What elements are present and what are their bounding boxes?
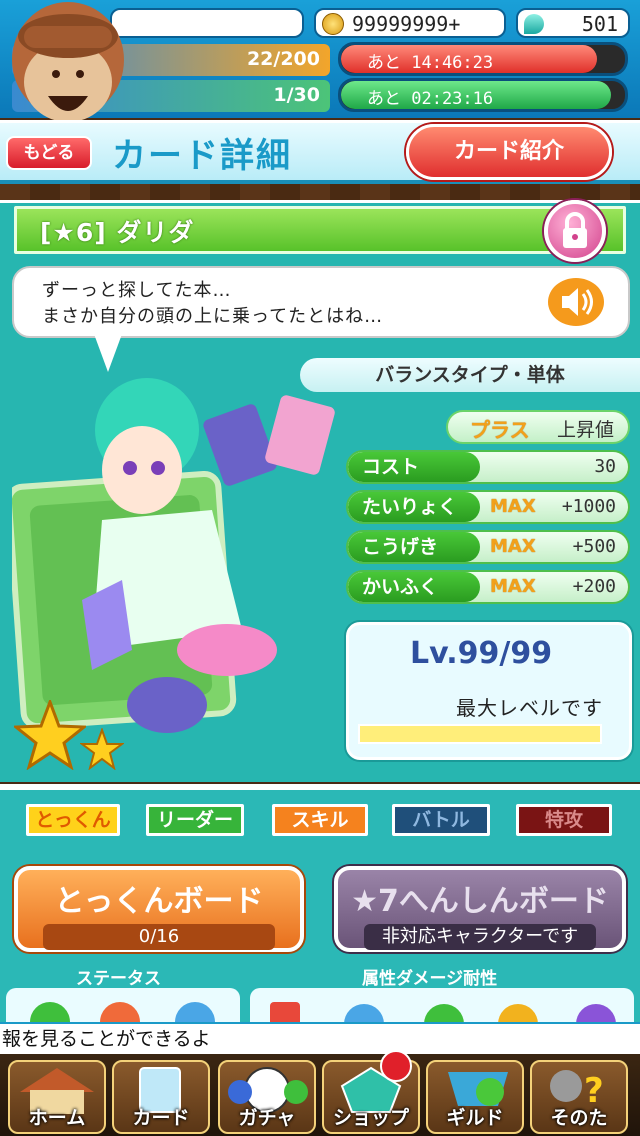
nav-shop[interactable]: ショップ xyxy=(322,1050,420,1134)
tab-label: リーダー xyxy=(156,809,233,831)
level-text: Lv.99/99 xyxy=(410,636,553,671)
stamina-1-value: 22/200 xyxy=(246,48,320,70)
stat-max: MAX xyxy=(490,496,536,517)
stat-max: MAX xyxy=(490,576,536,597)
card-type: バランスタイプ・単体 xyxy=(300,358,640,392)
monkey-avatar-icon xyxy=(12,2,124,122)
stat-row-cost: コスト 30 xyxy=(346,450,630,484)
quote-line-1: ずーっと探してた本… xyxy=(42,280,232,301)
back-label: もどる xyxy=(23,143,75,163)
gem-count: 501 xyxy=(581,12,618,36)
stamina-timer-1: あと 14:46:23 xyxy=(367,53,494,73)
card-intro-button[interactable]: カード紹介 xyxy=(406,124,612,180)
tab-label: 特攻 xyxy=(544,809,583,831)
nav-card[interactable]: カード xyxy=(112,1060,210,1134)
resistance-section-label: 属性ダメージ耐性 xyxy=(362,969,498,989)
transform-board-title: ★7へんしんボード xyxy=(351,884,609,919)
stamina-2-value: 1/30 xyxy=(273,84,320,106)
page-title: カード詳細 xyxy=(112,136,292,176)
tab-leader[interactable]: リーダー xyxy=(146,804,244,836)
training-board-progress: 0/16 xyxy=(43,924,275,950)
player-avatar[interactable] xyxy=(10,0,126,132)
nav-label: カード xyxy=(132,1107,190,1129)
training-board-button[interactable]: とっくんボード 0/16 xyxy=(14,866,304,952)
tab-label: スキル xyxy=(291,809,349,831)
resistance-icons xyxy=(256,994,628,1044)
stamina-bar-1: あと 14:46:23 xyxy=(338,42,628,76)
lock-icon xyxy=(563,212,587,248)
rarity-star-2 xyxy=(79,727,125,774)
stat-value: 30 xyxy=(594,456,616,477)
nav-label: ホーム xyxy=(28,1107,86,1129)
stat-label: こうげき xyxy=(348,532,480,562)
tab-training[interactable]: とっくん xyxy=(26,804,120,836)
stamina-timer-2: あと 02:23:16 xyxy=(367,89,494,109)
plus-value-label: 上昇値 xyxy=(556,419,614,441)
training-board-title: とっくんボード xyxy=(54,884,264,919)
stat-row-hp: たいりょく MAX +1000 xyxy=(346,490,630,524)
stat-row-attack: こうげき MAX +500 xyxy=(346,530,630,564)
coin-count: 99999999+ xyxy=(352,12,461,36)
nav-guild[interactable]: ギルド xyxy=(426,1060,524,1134)
max-level-text: 最大レベルです xyxy=(456,696,603,720)
star-icon xyxy=(79,727,125,771)
attribute-icons xyxy=(30,1002,215,1042)
tab-battle[interactable]: バトル xyxy=(392,804,490,836)
stat-label: たいりょく xyxy=(348,492,480,522)
tab-label: とっくん xyxy=(35,809,111,831)
card-intro-label: カード紹介 xyxy=(453,139,564,164)
stat-label: かいふく xyxy=(348,572,480,602)
nav-home[interactable]: ホーム xyxy=(8,1060,106,1134)
transform-board-note: 非対応キャラクターです xyxy=(363,924,597,950)
status-section-label: ステータス xyxy=(76,969,161,989)
stat-value: +500 xyxy=(572,536,616,557)
stat-row-recovery: かいふく MAX +200 xyxy=(346,570,630,604)
transform-board-button[interactable]: ★7へんしんボード 非対応キャラクターです xyxy=(334,866,626,952)
card-name: [★6] ダリダ xyxy=(40,218,195,247)
stat-value: +1000 xyxy=(561,496,616,517)
news-ticker: 報を見ることができるよ xyxy=(0,1022,640,1054)
coin-counter[interactable]: 99999999+ xyxy=(314,8,506,38)
coin-icon xyxy=(322,13,344,35)
player-name-pill xyxy=(110,8,304,38)
nav-label: ギルド xyxy=(446,1107,504,1129)
voice-button[interactable] xyxy=(548,278,604,326)
rarity-star-1 xyxy=(11,697,89,774)
star-icon xyxy=(11,697,89,771)
tab-label: バトル xyxy=(412,809,470,831)
lock-button[interactable] xyxy=(544,200,606,262)
exp-bar xyxy=(358,724,602,744)
stat-label: コスト xyxy=(348,452,480,482)
nav-label: ショップ xyxy=(332,1107,409,1129)
status-icons xyxy=(20,994,240,1042)
stamina-bar-2: あと 02:23:16 xyxy=(338,78,628,112)
plus-label: プラス xyxy=(470,418,530,442)
nav-label: そのた xyxy=(550,1107,608,1129)
gem-icon xyxy=(524,14,544,34)
tab-skill[interactable]: スキル xyxy=(272,804,368,836)
element-icons xyxy=(270,1002,616,1044)
quote-line-2: まさか自分の頭の上に乗ってたとはね… xyxy=(42,306,384,327)
nav-other[interactable]: ? そのた xyxy=(530,1060,628,1134)
plus-row: プラス 上昇値 xyxy=(446,410,630,444)
gem-counter[interactable]: 501 xyxy=(516,8,630,38)
back-button[interactable]: もどる xyxy=(6,136,92,170)
nav-gacha[interactable]: ガチャ xyxy=(218,1060,316,1134)
speaker-icon xyxy=(562,288,593,316)
nav-label: ガチャ xyxy=(238,1107,296,1129)
notification-badge-icon xyxy=(380,1050,412,1082)
tab-special[interactable]: 特攻 xyxy=(516,804,612,836)
stat-value: +200 xyxy=(572,576,616,597)
stat-max: MAX xyxy=(490,536,536,557)
